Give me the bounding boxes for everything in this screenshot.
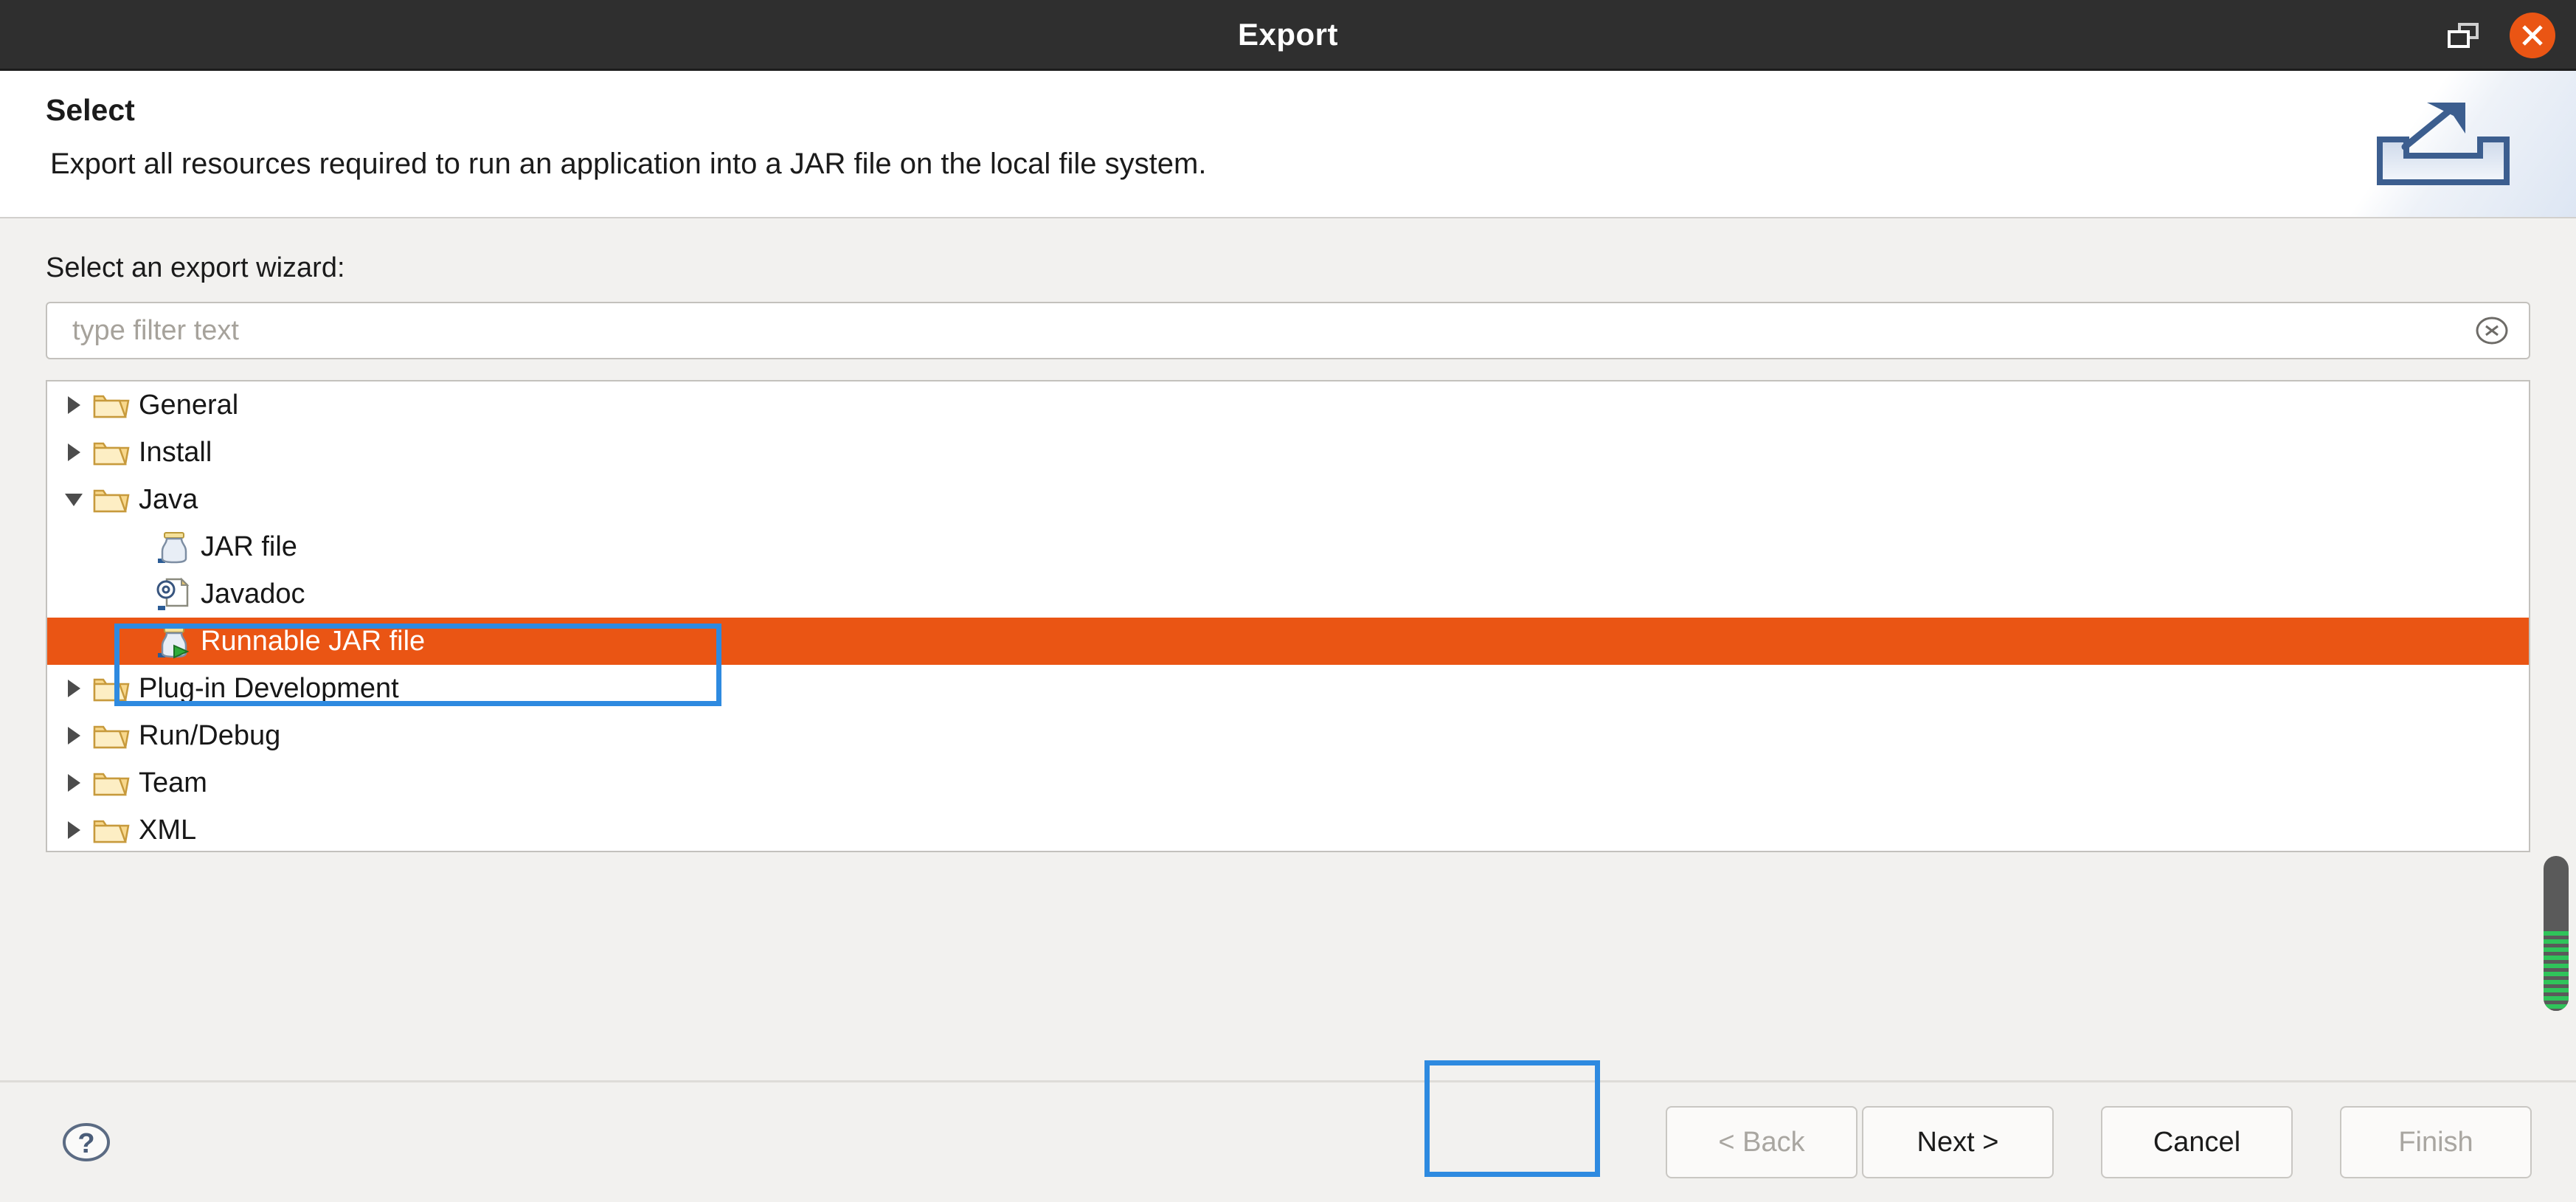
export-arrow-box-icon	[2377, 103, 2510, 185]
folder-icon	[90, 674, 133, 703]
expand-arrow-icon[interactable]	[58, 677, 90, 700]
jar-file-icon	[152, 529, 195, 564]
title-bar: Export	[0, 0, 2576, 71]
tree-item-label: Javadoc	[201, 578, 305, 609]
window-title: Export	[1237, 16, 1338, 52]
filter-row	[46, 302, 2530, 359]
window-scrollbar[interactable]	[2544, 856, 2569, 1011]
folder-icon	[90, 768, 133, 798]
export-banner-icon	[2310, 71, 2576, 217]
expand-arrow-icon[interactable]	[58, 772, 90, 794]
cancel-button[interactable]: Cancel	[2101, 1106, 2293, 1178]
folder-icon	[90, 438, 133, 467]
folder-icon	[90, 485, 133, 514]
tree-item-label: Team	[139, 767, 207, 798]
tree-item-label: Plug-in Development	[139, 673, 399, 704]
finish-button[interactable]: Finish	[2340, 1106, 2532, 1178]
restore-icon[interactable]	[2448, 23, 2479, 48]
clear-icon[interactable]	[2476, 314, 2508, 347]
page-title: Select	[46, 93, 135, 127]
close-icon	[2522, 25, 2543, 46]
javadoc-icon	[152, 576, 195, 612]
expand-arrow-icon[interactable]	[58, 819, 90, 841]
tree-item-label: XML	[139, 815, 197, 846]
wizard-header-banner: Select Export all resources required to …	[0, 71, 2576, 218]
help-icon[interactable]: ?	[62, 1118, 111, 1167]
wizard-body: Select an export wizard: G	[0, 218, 2576, 1080]
tree-item-label: General	[139, 390, 239, 421]
tree-item-label: Java	[139, 484, 198, 515]
folder-icon	[90, 815, 133, 845]
tree-item-label: Runnable JAR file	[201, 626, 426, 657]
export-wizard-tree[interactable]: General Install Java JAR file Javadoc Ru…	[46, 380, 2530, 852]
next-button[interactable]: Next >	[1862, 1106, 2054, 1178]
expand-arrow-icon[interactable]	[58, 441, 90, 463]
tree-item-label: JAR file	[201, 531, 297, 562]
tree-item-run-debug[interactable]: Run/Debug	[47, 712, 2529, 759]
tree-item-install[interactable]: Install	[47, 429, 2529, 476]
scrollbar-thumb-stripes	[2544, 931, 2569, 1011]
folder-icon	[90, 721, 133, 750]
close-button[interactable]	[2510, 13, 2555, 58]
expand-arrow-icon[interactable]	[58, 394, 90, 416]
tree-item-general[interactable]: General	[47, 381, 2529, 429]
back-button[interactable]: < Back	[1666, 1106, 1857, 1178]
window-controls	[2448, 0, 2555, 71]
tree-item-runnable-jar-file[interactable]: Runnable JAR file	[47, 618, 2529, 665]
tree-item-label: Install	[139, 437, 212, 468]
runnable-jar-icon	[152, 624, 195, 659]
wizard-buttons: < Back Next > Cancel Finish	[1666, 1106, 2532, 1178]
tree-item-java[interactable]: Java	[47, 476, 2529, 523]
tree-item-javadoc[interactable]: Javadoc	[47, 570, 2529, 618]
tree-item-jar-file[interactable]: JAR file	[47, 523, 2529, 570]
tree-item-team[interactable]: Team	[47, 759, 2529, 806]
filter-input[interactable]	[46, 302, 2530, 359]
collapse-arrow-icon[interactable]	[58, 490, 90, 509]
page-description: Export all resources required to run an …	[50, 148, 1207, 181]
export-wizard-window: Export Select Export all resources requi…	[0, 0, 2576, 1202]
restore-icon-front	[2448, 30, 2470, 48]
tree-item-plug-in-development[interactable]: Plug-in Development	[47, 665, 2529, 712]
expand-arrow-icon[interactable]	[58, 725, 90, 747]
tree-item-label: Run/Debug	[139, 720, 281, 751]
folder-icon	[90, 390, 133, 420]
tree-item-xml[interactable]: XML	[47, 806, 2529, 851]
svg-text:?: ?	[77, 1128, 94, 1159]
wizard-select-label: Select an export wizard:	[46, 252, 345, 283]
wizard-footer: ? < Back Next > Cancel Finish	[0, 1080, 2576, 1202]
